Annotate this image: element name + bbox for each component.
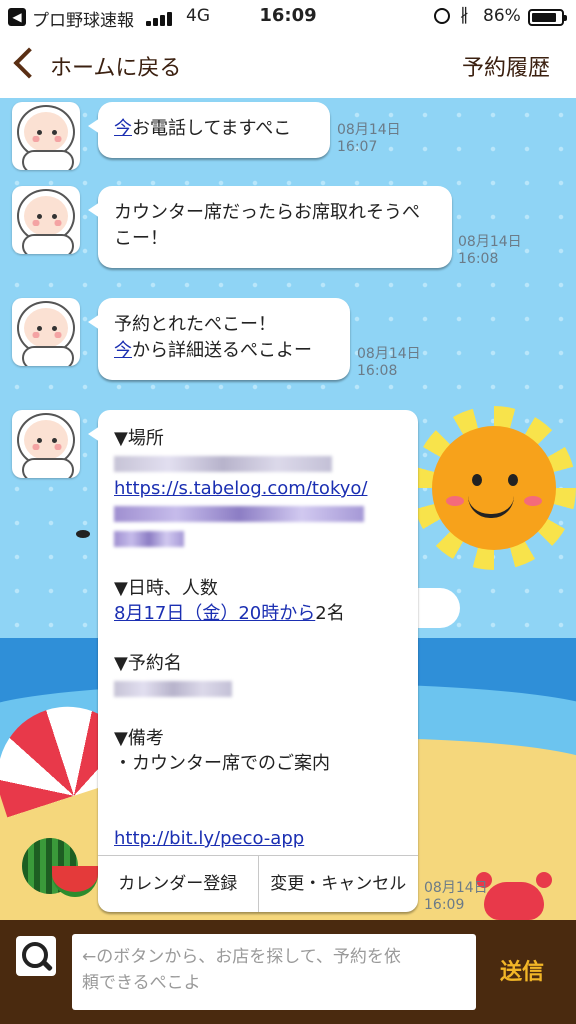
party-size: 2名 — [315, 603, 345, 624]
place-url-redacted — [114, 501, 408, 526]
message-date: 08月14日 — [357, 346, 421, 362]
message-bubble: カウンター席だったらお席取れそうぺ こー！ — [88, 186, 452, 268]
reservation-actions: カレンダー登録 変更・キャンセル — [98, 855, 418, 912]
bird-icon — [76, 530, 90, 538]
calendar-register-button[interactable]: カレンダー登録 — [98, 856, 258, 912]
message-time: 16:07 — [337, 139, 378, 155]
sun-icon — [412, 406, 576, 570]
avatar — [12, 102, 80, 170]
avatar — [12, 410, 80, 478]
search-icon[interactable] — [16, 936, 56, 976]
rotation-lock-icon — [434, 8, 450, 24]
navigation-bar: ホームに戻る 予約履歴 — [0, 34, 576, 98]
status-bar: ◀ プロ野球速報 4G 16:09 ∦ 86% — [0, 0, 576, 34]
input-placeholder-line2: 頼できるぺこよ — [82, 973, 201, 993]
message-bubble: 今お電話してますぺこ — [88, 102, 330, 158]
crab-icon — [476, 872, 552, 920]
bluetooth-icon: ∦ — [460, 5, 469, 25]
message-timestamp: 08月14日 16:08 — [458, 234, 522, 268]
message-text-line2: こー！ — [114, 228, 168, 249]
chevron-left-icon[interactable] — [13, 47, 45, 79]
message-link[interactable]: 今 — [114, 118, 132, 139]
avatar — [12, 298, 80, 366]
message-time: 16:08 — [458, 251, 499, 267]
reservation-name-heading: ▼予約名 — [114, 653, 182, 674]
message-input[interactable]: ←のボタンから、お店を探して、予約を依 頼できるぺこよ — [72, 934, 476, 1010]
message-date: 08月14日 — [337, 122, 401, 138]
back-home-button[interactable]: ホームに戻る — [50, 50, 181, 82]
message-time: 16:09 — [424, 897, 465, 913]
message-timestamp: 08月14日 16:07 — [337, 122, 401, 156]
notes-text: ・カウンター席でのご案内 — [114, 753, 330, 774]
battery-icon — [528, 9, 567, 26]
message-text-line1: カウンター席だったらお席取れそうぺ — [114, 202, 420, 223]
message-input-bar: ←のボタンから、お店を探して、予約を依 頼できるぺこよ 送信 — [0, 920, 576, 1024]
battery-percent: 86% — [483, 6, 521, 26]
place-url-redacted — [114, 526, 408, 551]
reservation-history-button[interactable]: 予約履歴 — [462, 50, 550, 82]
change-cancel-button[interactable]: 変更・キャンセル — [257, 856, 419, 912]
datetime-heading: ▼日時、人数 — [114, 578, 218, 599]
datetime-link[interactable]: 8月17日（金）20時から — [114, 603, 315, 624]
notes-heading: ▼備考 — [114, 728, 164, 749]
message-timestamp: 08月14日 16:09 — [424, 880, 488, 914]
message-date: 08月14日 — [458, 234, 522, 250]
app-url-link[interactable]: http://bit.ly/peco-app — [114, 828, 304, 849]
message-time: 16:08 — [357, 363, 398, 379]
message-date: 08月14日 — [424, 880, 488, 896]
message-timestamp: 08月14日 16:08 — [357, 346, 421, 380]
message-link[interactable]: 今 — [114, 340, 132, 361]
message-text-line1: 予約とれたぺこー！ — [114, 314, 276, 335]
place-heading: ▼場所 — [114, 428, 164, 449]
message-text-line2: から詳細送るぺこよー — [132, 340, 312, 361]
reservation-card: ▼場所 https://s.tabelog.com/tokyo/ ▼日時、人数 … — [88, 410, 418, 912]
input-placeholder-line1: ←のボタンから、お店を探して、予約を依 — [82, 947, 401, 967]
reservation-name-redacted — [114, 676, 408, 701]
avatar — [12, 186, 80, 254]
restaurant-name-redacted — [114, 451, 408, 476]
message-text: お電話してますぺこ — [132, 118, 292, 139]
send-button[interactable]: 送信 — [500, 954, 544, 986]
place-url-link[interactable]: https://s.tabelog.com/tokyo/ — [114, 478, 367, 499]
message-bubble: 予約とれたぺこー！ 今から詳細送るぺこよー — [88, 298, 350, 380]
